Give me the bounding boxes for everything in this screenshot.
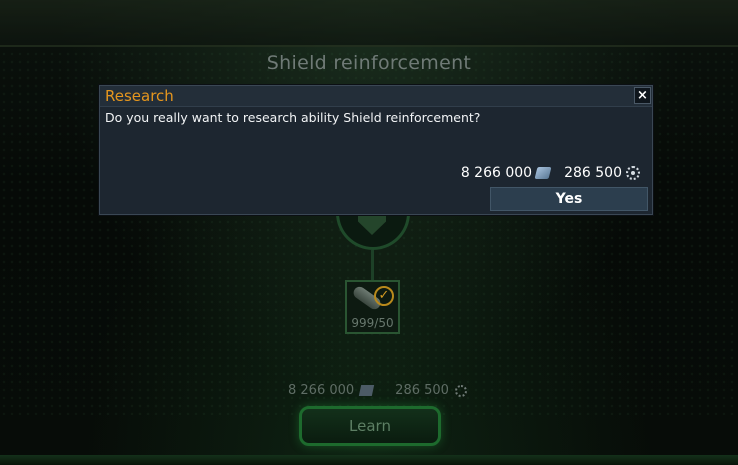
- check-icon: ✓: [374, 286, 394, 306]
- credits-icon: [359, 385, 375, 396]
- credits-icon: [534, 167, 552, 179]
- research-dialog: Research × Do you really want to researc…: [99, 85, 653, 215]
- tree-connector: [371, 250, 374, 282]
- gear-icon: [626, 166, 640, 180]
- dialog-header: Research ×: [100, 86, 652, 107]
- cost-primary-value: 8 266 000: [288, 383, 355, 398]
- learn-button[interactable]: Learn: [299, 406, 441, 446]
- learn-cost: 8 266 000 286 500: [288, 383, 467, 398]
- top-bar: [0, 0, 738, 47]
- dialog-message: Do you really want to research ability S…: [105, 110, 481, 125]
- dialog-title: Research: [105, 87, 174, 105]
- dialog-cost: 8 266 000 286 500: [461, 165, 640, 181]
- bottom-bar: [0, 455, 738, 465]
- dialog-cost-primary: 8 266 000: [460, 165, 533, 181]
- close-button[interactable]: ×: [634, 87, 651, 104]
- dialog-cost-secondary: 286 500: [564, 165, 622, 181]
- gear-icon: [454, 384, 467, 397]
- cost-secondary-value: 286 500: [395, 383, 449, 398]
- yes-button[interactable]: Yes: [490, 187, 648, 211]
- ability-title: Shield reinforcement: [266, 52, 472, 74]
- item-count: 999/50: [351, 316, 394, 330]
